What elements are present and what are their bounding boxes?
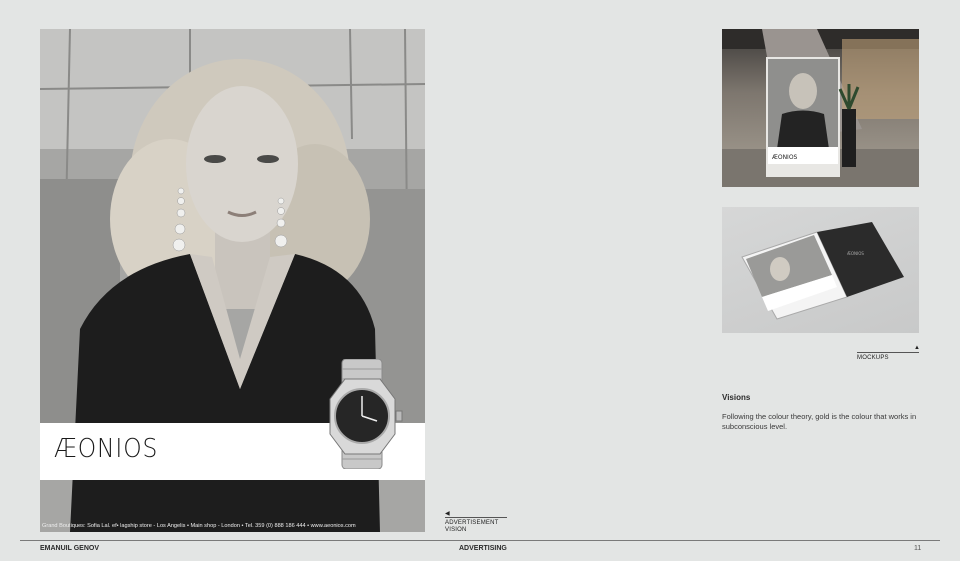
mall-poster-mockup: ÆONIOS (722, 29, 919, 187)
magazine-logo: ÆONIOS (847, 251, 864, 256)
footer-rule (20, 540, 940, 541)
ad-caption-line1: ADVERTISEMENT (445, 520, 499, 526)
watch-image (329, 359, 403, 469)
up-arrow-icon: ▲ (914, 345, 920, 351)
advertisement-image: ÆONIOS Grand Boutiques: Sofia Lal. ef• l… (40, 29, 425, 532)
visions-title: Visions (722, 393, 751, 402)
footer-section: ADVERTISING (459, 545, 507, 552)
footer-author: EMANUIL GENOV (40, 545, 99, 552)
poster-logo: ÆONIOS (772, 154, 798, 161)
ad-footer-text: Grand Boutiques: Sofia Lal. ef• lagship … (42, 523, 356, 529)
mockups-caption: MOCKUPS (857, 355, 889, 361)
page-number: 11 (914, 545, 922, 552)
brand-logo: ÆONIOS (54, 434, 159, 464)
left-arrow-icon: ◀ (445, 511, 450, 517)
caption-rule (445, 517, 507, 518)
magazine-mockup: ÆONIOS (722, 207, 919, 333)
visions-body: Following the colour theory, gold is the… (722, 412, 917, 431)
ad-caption-line2: VISION (445, 527, 467, 533)
caption-rule (857, 352, 919, 353)
